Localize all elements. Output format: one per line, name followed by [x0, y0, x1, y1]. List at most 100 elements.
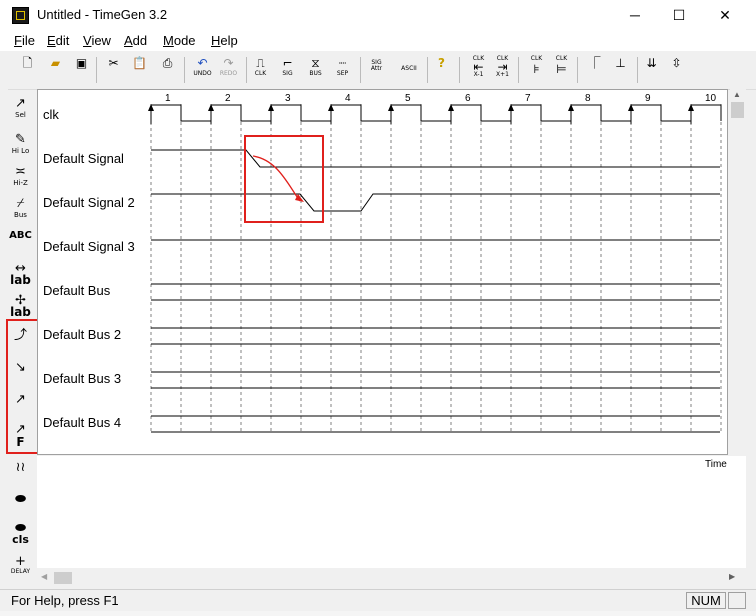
workspace-area: [37, 456, 746, 568]
waveform-drawing: 1 2 3 4 5 6 7 8 9 10: [148, 93, 722, 433]
bus-tool[interactable]: ⌿ Bus: [5, 196, 36, 226]
break-tool[interactable]: ≀≀: [5, 460, 36, 490]
menu-bar: File Edit View Add Mode Help: [0, 30, 756, 51]
maximize-button[interactable]: ☐: [656, 0, 702, 30]
scroll-up-icon[interactable]: ▲: [733, 90, 741, 99]
clock-expand-button[interactable]: CLK ⊨: [550, 56, 573, 83]
toolbar-separator: [360, 57, 361, 83]
abc-text-icon: ABC: [9, 230, 32, 241]
lab2-label: lab: [10, 305, 31, 319]
hi-lo-tool[interactable]: ✎ Hi Lo: [5, 132, 36, 162]
print-button[interactable]: ⎙: [156, 56, 179, 83]
help-button[interactable]: ?: [430, 56, 453, 83]
add-signal-button[interactable]: ⌐ SIG: [276, 56, 299, 83]
scissors-icon: ✂: [108, 56, 119, 70]
status-empty-pane: [728, 592, 746, 609]
falling-edge-icon: ⊥: [615, 56, 626, 70]
redo-label: REDO: [219, 70, 238, 77]
palette-highlight-box: [6, 319, 39, 454]
toolbar-separator: [246, 57, 247, 83]
save-button[interactable]: ▣: [70, 56, 93, 83]
clk-label: CLK: [530, 55, 543, 62]
waveform-canvas[interactable]: clk Default Signal Default Signal 2 Defa…: [37, 89, 728, 455]
bus-tool-label: Bus: [14, 211, 27, 219]
rising-edge-button[interactable]: ⎾: [583, 56, 606, 83]
clear-tool[interactable]: ⬬ cls: [5, 522, 36, 554]
scroll-right-icon[interactable]: ▶: [729, 572, 735, 581]
waveform-highlight-box: [244, 135, 324, 223]
menu-help[interactable]: Help: [211, 33, 238, 48]
open-file-button[interactable]: ▰: [44, 56, 67, 83]
vertical-scrollbar[interactable]: ▲: [730, 89, 746, 455]
ascii-label: ASCII: [401, 65, 417, 72]
arrows-diverge-icon: ⇳: [671, 56, 682, 70]
hiz-wave-icon: ≍: [15, 164, 26, 179]
clock-compress-button[interactable]: CLK ⊧: [525, 56, 548, 83]
undo-button[interactable]: ↶ UNDO: [191, 56, 214, 83]
menu-edit[interactable]: Edit: [47, 33, 69, 48]
clock-wave-icon: ⎍: [256, 56, 265, 70]
bottom-strip: [0, 611, 756, 616]
zoom-out-time-button[interactable]: ⇳: [665, 56, 688, 83]
horizontal-scrollbar[interactable]: ◀ ▶: [37, 569, 746, 587]
delay-plus-icon: +: [15, 554, 26, 569]
delay-tool[interactable]: + DELAY: [5, 554, 36, 586]
horizontal-scroll-thumb[interactable]: [54, 572, 72, 584]
paste-button[interactable]: 📋: [128, 56, 151, 83]
num-lock-indicator: NUM: [686, 592, 726, 609]
label-tool-1[interactable]: ↔ lab: [5, 262, 36, 294]
scroll-left-icon[interactable]: ◀: [41, 572, 47, 581]
clk-label: CLK: [555, 55, 568, 62]
menu-view[interactable]: View: [83, 33, 111, 48]
select-tool[interactable]: ↗ Sel: [5, 96, 36, 126]
eraser-tool[interactable]: ⬬: [5, 492, 36, 522]
clock-tick-label: 3: [285, 93, 291, 104]
new-file-icon: 🗋: [22, 56, 33, 70]
redo-icon: ↷: [223, 56, 234, 70]
bus-label: BUS: [309, 70, 322, 77]
menu-file[interactable]: File: [14, 33, 35, 48]
add-clock-button[interactable]: ⎍ CLK: [249, 56, 272, 83]
toolbar-separator: [577, 57, 578, 83]
cut-button[interactable]: ✂: [102, 56, 125, 83]
sig-attr-label: SIG Attr: [370, 59, 383, 72]
status-bar: For Help, press F1 NUM: [0, 589, 756, 612]
text-tool[interactable]: ABC: [5, 228, 36, 258]
menu-add[interactable]: Add: [124, 33, 147, 48]
hilo-label: Hi Lo: [11, 147, 30, 155]
folder-open-icon: ▰: [50, 56, 61, 70]
clock-tick-label: 2: [225, 93, 231, 104]
menu-mode[interactable]: Mode: [163, 33, 196, 48]
sig-label: SIG: [282, 70, 293, 77]
clock-shift-left-button[interactable]: CLK ⇤ X-1: [467, 56, 490, 83]
app-window: Untitled - TimeGen 3.2 ─ ☐ ✕ File Edit V…: [0, 0, 756, 616]
pen-icon: ✎: [15, 132, 26, 147]
falling-edge-button[interactable]: ⊥: [609, 56, 632, 83]
new-file-button[interactable]: 🗋: [16, 56, 39, 83]
toolbar: 🗋 ▰ ▣ ✂ 📋 ⎙ ↶ UNDO ↷ REDO ⎍ CLK ⌐ SIG ⧖ BUS ┈…: [8, 51, 756, 90]
eraser-icon: ⬬: [14, 492, 27, 507]
hiz-label: Hi-Z: [13, 179, 28, 187]
add-separator-button[interactable]: ┈ SEP: [331, 56, 354, 83]
clock-tick-label: 7: [525, 93, 531, 104]
clock-shift-right-button[interactable]: CLK ⇥ X+1: [491, 56, 514, 83]
hi-z-tool[interactable]: ≍ Hi-Z: [5, 164, 36, 194]
printer-icon: ⎙: [162, 56, 173, 70]
help-question-icon: ?: [438, 56, 445, 70]
signal-attributes-button[interactable]: SIG Attr: [365, 60, 388, 87]
zoom-in-time-button[interactable]: ⇊: [640, 56, 663, 83]
toolbar-separator: [96, 57, 97, 83]
minimize-button[interactable]: ─: [612, 0, 658, 30]
clock-tick-label: 6: [465, 93, 471, 104]
close-button[interactable]: ✕: [702, 0, 748, 30]
toolbar-separator: [518, 57, 519, 83]
clock-tick-label: 8: [585, 93, 591, 104]
toolbar-separator: [427, 57, 428, 83]
clock-tick-label: 4: [345, 93, 351, 104]
rising-edge-icon: ⎾: [588, 56, 601, 70]
redo-button[interactable]: ↷ REDO: [217, 56, 240, 83]
vertical-scroll-thumb[interactable]: [731, 102, 744, 118]
window-title: Untitled - TimeGen 3.2: [37, 7, 168, 22]
add-bus-button[interactable]: ⧖ BUS: [304, 56, 327, 83]
cursor-arrow-icon: ↗: [15, 96, 26, 111]
